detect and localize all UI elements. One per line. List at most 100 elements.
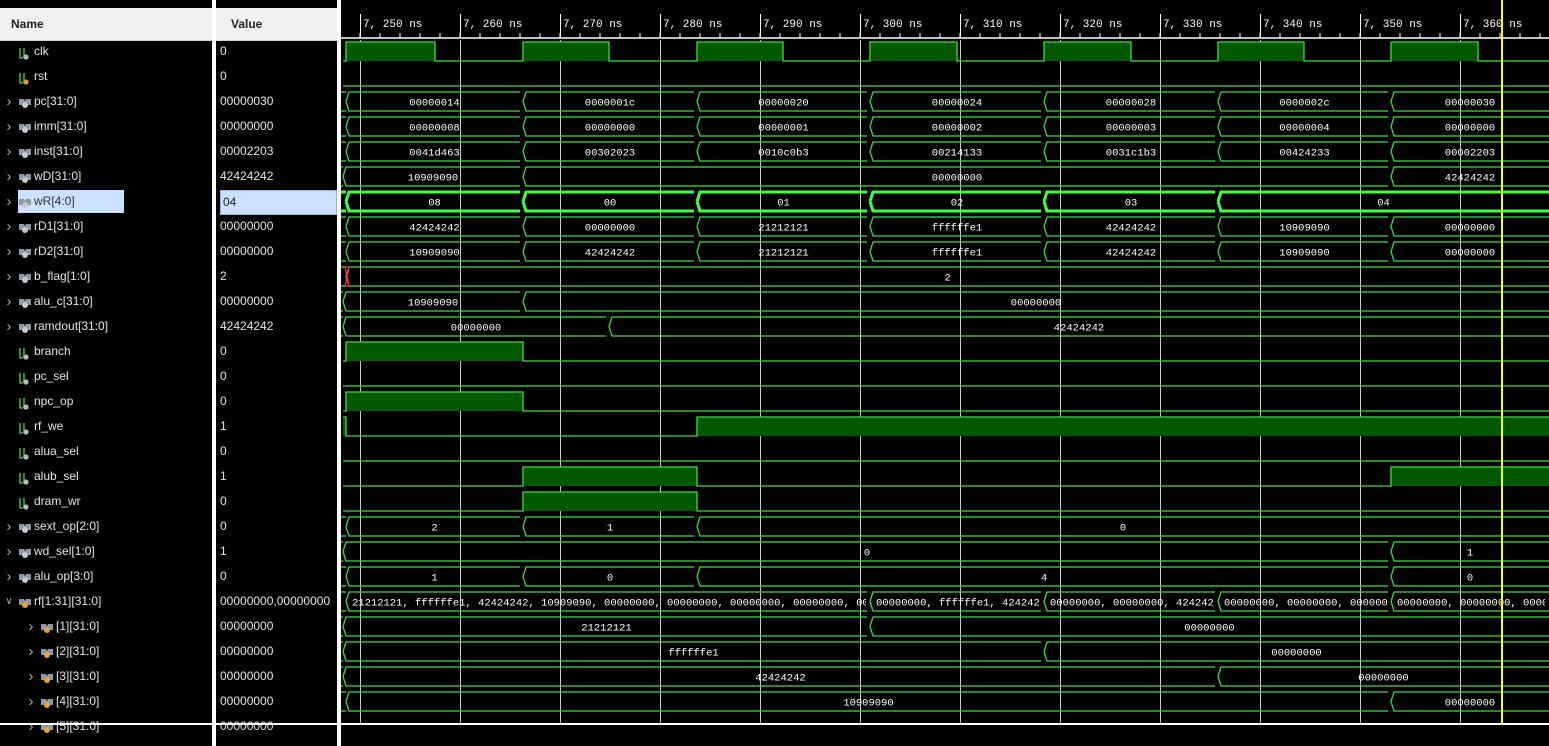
signal-name[interactable]: inst[31:0] <box>18 139 89 164</box>
signal-value-row[interactable]: 00000000 <box>216 214 337 239</box>
signal-row[interactable]: › [2][31:0] <box>0 639 212 664</box>
signal-row[interactable]: › alu_c[31:0] <box>0 289 212 314</box>
signal-value-row[interactable]: 0 <box>216 514 337 539</box>
expand-chevron-icon[interactable]: › <box>26 689 36 714</box>
signal-row[interactable]: npc_op <box>0 389 212 414</box>
signal-row[interactable]: › wd_sel[1:0] <box>0 539 212 564</box>
signal-name[interactable]: [1][31:0] <box>40 614 105 639</box>
signal-value-row[interactable]: 42424242 <box>216 314 337 339</box>
signal-name[interactable]: [2][31:0] <box>40 639 105 664</box>
signal-name[interactable]: alu_op[3:0] <box>18 564 99 589</box>
expand-chevron-icon[interactable]: › <box>26 664 36 689</box>
signal-value-row[interactable]: 00000000 <box>216 289 337 314</box>
signal-row[interactable]: › wD[31:0] <box>0 164 212 189</box>
signal-value-row[interactable]: 1 <box>216 539 337 564</box>
expand-chevron-icon[interactable]: › <box>4 289 14 314</box>
signal-value-row[interactable]: 00000000 <box>216 639 337 664</box>
signal-row[interactable]: › imm[31:0] <box>0 114 212 139</box>
expand-chevron-icon[interactable]: › <box>4 89 14 114</box>
signal-row[interactable]: › [5][31:0] <box>0 714 212 739</box>
signal-name[interactable]: wd_sel[1:0] <box>18 539 101 564</box>
expand-chevron-icon[interactable]: › <box>26 714 36 739</box>
signal-name[interactable]: alub_sel <box>18 464 85 489</box>
signal-row[interactable]: › [3][31:0] <box>0 664 212 689</box>
signal-name[interactable]: wR[4:0] <box>18 190 124 213</box>
signal-value-row[interactable]: 42424242 <box>216 164 337 189</box>
signal-name[interactable]: wD[31:0] <box>18 164 87 189</box>
signal-value-row[interactable]: 00000000 <box>216 114 337 139</box>
expand-chevron-icon[interactable]: › <box>4 139 14 164</box>
signal-name[interactable]: npc_op <box>18 389 79 414</box>
collapse-chevron-icon[interactable]: ∨ <box>4 589 14 614</box>
signal-name[interactable]: rf[1:31][31:0] <box>18 589 107 614</box>
signal-name[interactable]: rD2[31:0] <box>18 239 89 264</box>
signal-row[interactable]: rf_we <box>0 414 212 439</box>
signal-row[interactable]: › [4][31:0] <box>0 689 212 714</box>
signal-row[interactable]: ∨ rf[1:31][31:0] <box>0 589 212 614</box>
signal-row[interactable]: › ramdout[31:0] <box>0 314 212 339</box>
signal-name[interactable]: rst <box>18 64 53 89</box>
signal-name[interactable]: [5][31:0] <box>40 714 105 739</box>
signal-name[interactable]: imm[31:0] <box>18 114 93 139</box>
signal-row[interactable]: clk <box>0 39 212 64</box>
signal-value-row[interactable]: 0 <box>216 489 337 514</box>
signal-row[interactable]: branch <box>0 339 212 364</box>
signal-name[interactable]: ramdout[31:0] <box>18 314 114 339</box>
signal-row[interactable]: › rD1[31:0] <box>0 214 212 239</box>
signal-row[interactable]: alua_sel <box>0 439 212 464</box>
signal-value-row[interactable]: 1 <box>216 414 337 439</box>
signal-value-row[interactable]: 0 <box>216 39 337 64</box>
expand-chevron-icon[interactable]: › <box>4 239 14 264</box>
signal-value-row[interactable]: 00000000,00000000 <box>216 589 337 614</box>
signal-name[interactable]: rD1[31:0] <box>18 214 89 239</box>
signal-value-row[interactable]: 00000000 <box>216 239 337 264</box>
signal-row[interactable]: › pc[31:0] <box>0 89 212 114</box>
signal-name[interactable]: clk <box>18 39 55 64</box>
signal-name[interactable]: alu_c[31:0] <box>18 289 99 314</box>
signal-row[interactable]: › inst[31:0] <box>0 139 212 164</box>
expand-chevron-icon[interactable]: › <box>4 114 14 139</box>
signal-name[interactable]: sext_op[2:0] <box>18 514 105 539</box>
signal-name[interactable]: b_flag[1:0] <box>18 264 96 289</box>
signal-name[interactable]: alua_sel <box>18 439 85 464</box>
signal-name[interactable]: rf_we <box>18 414 69 439</box>
signal-value-row[interactable]: 2 <box>216 264 337 289</box>
signal-value-row[interactable]: 0 <box>216 339 337 364</box>
expand-chevron-icon[interactable]: › <box>4 514 14 539</box>
expand-chevron-icon[interactable]: › <box>26 614 36 639</box>
signal-row[interactable]: › rD2[31:0] <box>0 239 212 264</box>
signal-name[interactable]: dram_wr <box>18 489 87 514</box>
signal-row[interactable]: › sext_op[2:0] <box>0 514 212 539</box>
signal-value-row[interactable]: 0 <box>216 439 337 464</box>
signal-row[interactable]: rst <box>0 64 212 89</box>
signal-name[interactable]: [3][31:0] <box>40 664 105 689</box>
value-column-header[interactable]: Value <box>216 8 337 41</box>
signal-value-row[interactable]: 0 <box>216 364 337 389</box>
signal-name[interactable]: pc[31:0] <box>18 89 83 114</box>
signal-row[interactable]: › [1][31:0] <box>0 614 212 639</box>
signal-row[interactable]: › wR[4:0] <box>0 189 212 214</box>
signal-row[interactable]: dram_wr <box>0 489 212 514</box>
signal-name[interactable]: [4][31:0] <box>40 689 105 714</box>
signal-value-row[interactable]: 00002203 <box>216 139 337 164</box>
expand-chevron-icon[interactable]: › <box>4 214 14 239</box>
signal-value-row[interactable]: 00000000 <box>216 689 337 714</box>
waveform-canvas[interactable]: 00000014 0000001c 00000020 00000024 00000028… <box>341 0 1549 746</box>
signal-value-row[interactable]: 1 <box>216 464 337 489</box>
expand-chevron-icon[interactable]: › <box>4 314 14 339</box>
signal-value-row[interactable]: 00000030 <box>216 89 337 114</box>
expand-chevron-icon[interactable]: › <box>4 264 14 289</box>
signal-value-row[interactable]: 0 <box>216 564 337 589</box>
signal-name[interactable]: pc_sel <box>18 364 75 389</box>
expand-chevron-icon[interactable]: › <box>4 539 14 564</box>
signal-row[interactable]: alub_sel <box>0 464 212 489</box>
signal-value-row[interactable]: 04 <box>216 189 337 215</box>
signal-value-row[interactable]: 0 <box>216 389 337 414</box>
signal-row[interactable]: › alu_op[3:0] <box>0 564 212 589</box>
signal-name[interactable]: branch <box>18 339 77 364</box>
expand-chevron-icon[interactable]: › <box>4 189 14 214</box>
signal-value-row[interactable]: 00000000 <box>216 614 337 639</box>
expand-chevron-icon[interactable]: › <box>26 639 36 664</box>
signal-value-row[interactable]: 0 <box>216 64 337 89</box>
signal-row[interactable]: pc_sel <box>0 364 212 389</box>
